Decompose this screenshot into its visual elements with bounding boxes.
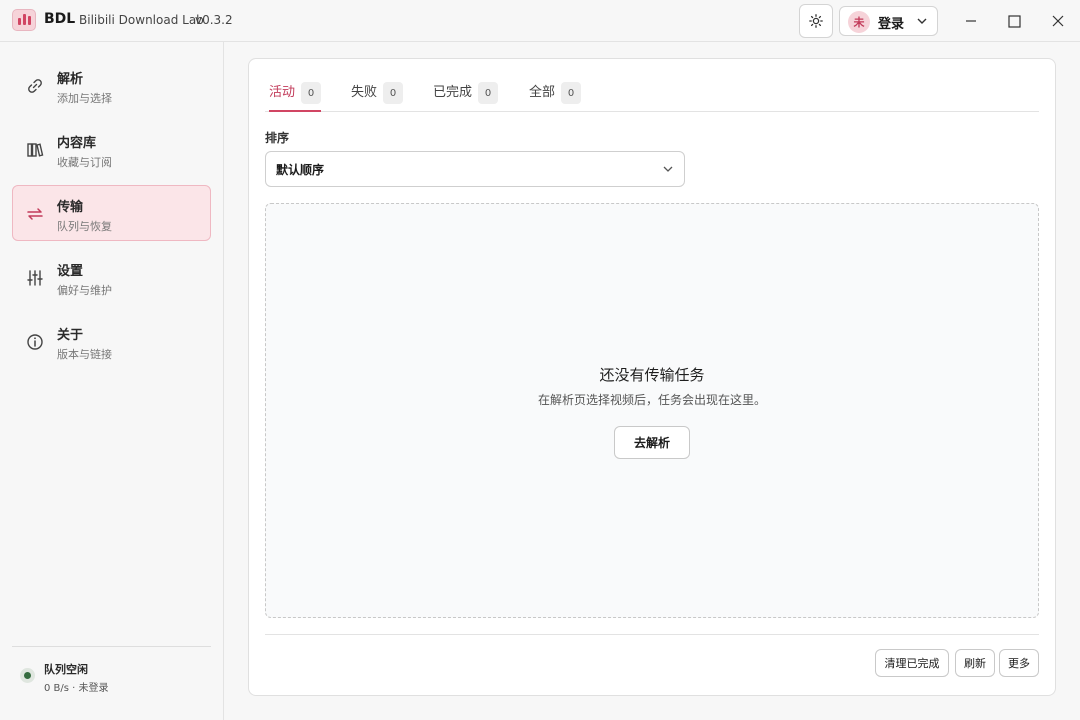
sidebar-divider [12,646,211,647]
sliders-icon [25,268,45,288]
tab-count-badge: 0 [301,82,322,104]
app-name: BDL [44,11,76,27]
status-indicator [20,668,35,683]
tab-active[interactable]: 活动 0 [269,81,322,112]
chevron-down-icon [917,18,927,24]
more-button[interactable]: 更多 [999,649,1039,677]
empty-state-title: 还没有传输任务 [599,366,705,384]
sidebar-item-title: 传输 [57,200,84,215]
clear-completed-button[interactable]: 清理已完成 [875,649,949,677]
tab-count-badge: 0 [383,82,404,104]
theme-toggle-button[interactable] [799,4,833,38]
sun-icon [809,14,823,28]
sidebar-item-transfer[interactable]: 传输 队列与恢复 [12,185,211,241]
tab-label: 全部 [529,85,556,100]
chevron-down-icon [663,166,673,172]
tab-count-badge: 0 [561,82,582,104]
refresh-button[interactable]: 刷新 [955,649,995,677]
go-parse-button[interactable]: 去解析 [614,426,690,459]
avatar: 未 [848,11,870,33]
sidebar-item-settings[interactable]: 设置 偏好与维护 [12,249,211,305]
link-icon [25,76,45,96]
sidebar-item-title: 设置 [57,264,84,279]
tab-label: 已完成 [433,85,473,100]
close-button[interactable] [1043,6,1073,36]
sidebar-item-subtitle: 偏好与维护 [57,284,112,297]
minimize-button[interactable] [956,6,986,36]
tab-completed[interactable]: 已完成 0 [433,81,499,112]
queue-status-title: 队列空闲 [44,663,88,676]
sidebar-item-subtitle: 收藏与订阅 [57,156,112,169]
maximize-button[interactable] [999,6,1029,36]
empty-state: 还没有传输任务 在解析页选择视频后，任务会出现在这里。 去解析 [265,203,1039,618]
sidebar-item-title: 关于 [57,328,84,343]
sidebar-item-subtitle: 队列与恢复 [57,220,112,233]
sort-label: 排序 [265,131,290,145]
sidebar-item-title: 内容库 [57,136,97,151]
library-icon [25,140,45,160]
tab-label: 活动 [269,85,296,100]
transfer-panel: 活动 0 失败 0 已完成 0 全部 0 排序 默认顺序 还没有传输任务 在解析… [248,58,1056,696]
tab-bar: 活动 0 失败 0 已完成 0 全部 0 [265,81,1039,112]
close-icon [1052,15,1064,27]
empty-state-description: 在解析页选择视频后，任务会出现在这里。 [537,393,766,407]
app-version: v0.3.2 [195,13,233,27]
tab-failed[interactable]: 失败 0 [351,81,404,112]
title-bar: BDL Bilibili Download Lab v0.3.2 未 登录 [0,0,1080,42]
info-icon [25,332,45,352]
tab-all[interactable]: 全部 0 [529,81,582,112]
divider [265,634,1039,635]
sidebar-item-title: 解析 [57,72,84,87]
sidebar-item-subtitle: 版本与链接 [57,348,112,361]
tab-label: 失败 [351,85,378,100]
login-label: 登录 [878,17,905,32]
minimize-icon [966,20,976,22]
app-subtitle: Bilibili Download Lab [79,13,204,27]
sort-selected-value: 默认顺序 [276,163,325,177]
queue-status-subtitle: 0 B/s · 未登录 [44,683,109,694]
sidebar-item-library[interactable]: 内容库 收藏与订阅 [12,121,211,177]
sidebar: 解析 添加与选择 内容库 收藏与订阅 传输 队列与恢复 设置 偏好与维护 关于 … [0,42,224,720]
app-logo-icon [12,9,36,31]
maximize-icon [1007,14,1021,28]
sidebar-item-subtitle: 添加与选择 [57,92,112,105]
login-button[interactable]: 未 登录 [839,6,938,36]
tab-count-badge: 0 [478,82,499,104]
transfer-icon [25,204,45,224]
sidebar-item-about[interactable]: 关于 版本与链接 [12,313,211,369]
sidebar-item-parse[interactable]: 解析 添加与选择 [12,57,211,113]
sort-select[interactable]: 默认顺序 [265,151,685,187]
